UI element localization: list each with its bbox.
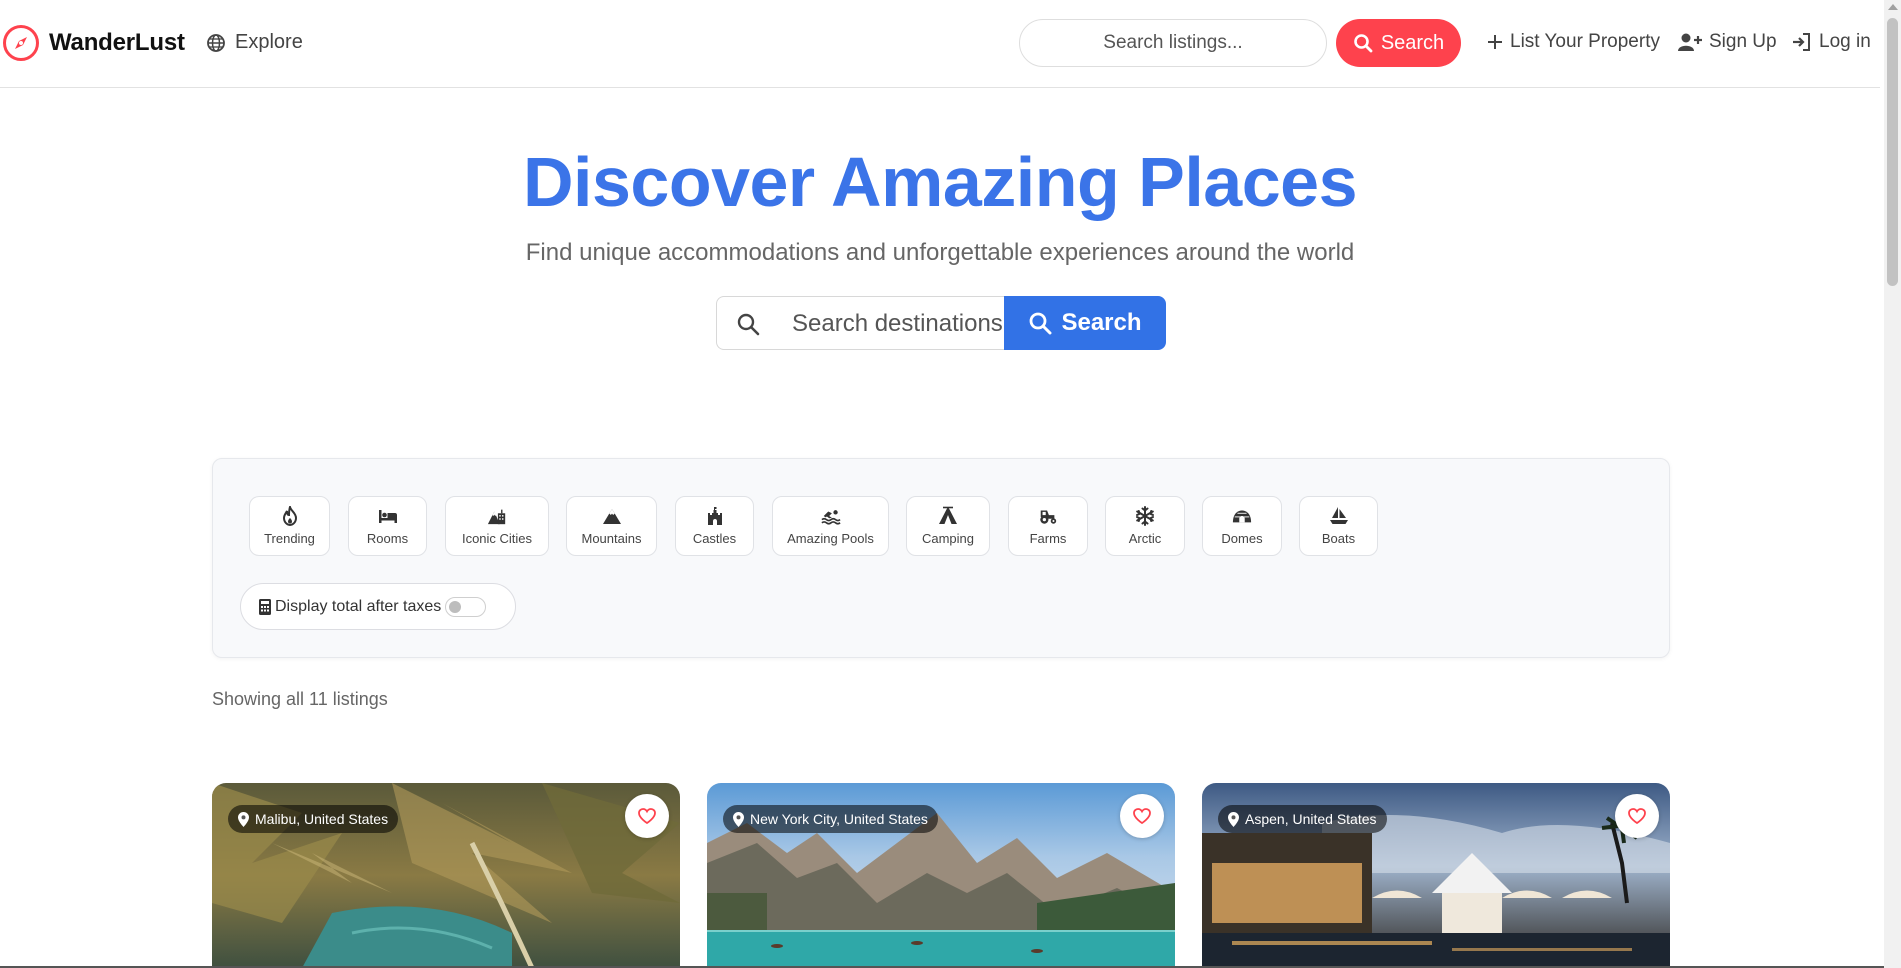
filter-label: Mountains <box>581 531 642 546</box>
filter-label: Rooms <box>366 531 409 546</box>
filter-camping[interactable]: Camping <box>906 496 990 556</box>
location-badge: Aspen, United States <box>1218 805 1387 833</box>
snowflake-icon <box>1136 506 1154 526</box>
wishlist-button[interactable] <box>625 794 669 838</box>
hero-search-input[interactable] <box>792 311 1004 337</box>
calculator-icon <box>259 598 271 615</box>
hero-search-label: Search <box>1061 309 1142 336</box>
filter-castles[interactable]: Castles <box>675 496 754 556</box>
filter-label: Boats <box>1321 531 1356 546</box>
compass-icon <box>3 25 39 61</box>
filter-boats[interactable]: Boats <box>1299 496 1378 556</box>
hero-search-bar: Search <box>716 296 1166 350</box>
fire-icon <box>282 506 297 526</box>
location-badge: Malibu, United States <box>228 805 399 833</box>
log-in-link[interactable]: Log in <box>1792 31 1871 53</box>
hero-subtitle: Find unique accommodations and unforgett… <box>525 239 1355 266</box>
location-label: Malibu, United States <box>255 811 389 827</box>
sign-up-link[interactable]: Sign Up <box>1678 31 1777 53</box>
igloo-icon <box>1232 510 1252 523</box>
filter-rooms[interactable]: Rooms <box>348 496 427 556</box>
nav-search-button[interactable]: Search <box>1336 19 1461 67</box>
tent-icon <box>939 506 957 524</box>
tax-toggle-switch[interactable] <box>445 596 487 617</box>
map-pin-icon <box>733 811 744 827</box>
map-pin-icon <box>1228 811 1239 827</box>
filter-label: Camping <box>921 531 975 546</box>
heart-icon <box>1628 808 1646 824</box>
filter-iconic-cities[interactable]: Iconic Cities <box>445 496 549 556</box>
filter-label: Domes <box>1221 531 1263 546</box>
filter-panel: Trending Rooms Iconic Cities Mountains C… <box>212 458 1670 658</box>
nav-search-input[interactable]: Search listings... <box>1019 19 1327 67</box>
scroll-up-arrow-icon[interactable] <box>1888 4 1898 10</box>
location-label: New York City, United States <box>750 811 928 827</box>
bed-icon <box>378 510 397 523</box>
tax-toggle[interactable]: Display total after taxes <box>240 583 516 630</box>
filter-label: Amazing Pools <box>787 531 874 546</box>
search-icon <box>1354 34 1373 53</box>
hero-search-button[interactable]: Search <box>1004 296 1166 350</box>
filter-label: Trending <box>264 531 315 546</box>
list-property-label: List Your Property <box>1510 31 1660 52</box>
map-pin-icon <box>238 811 249 827</box>
nav-search-placeholder: Search listings... <box>1103 32 1243 53</box>
filter-domes[interactable]: Domes <box>1202 496 1282 556</box>
filter-label: Iconic Cities <box>461 531 533 546</box>
filter-label: Castles <box>692 531 737 546</box>
explore-label: Explore <box>235 31 303 53</box>
sign-in-icon <box>1793 33 1810 51</box>
filter-label: Farms <box>1029 531 1067 546</box>
castle-icon <box>707 507 722 525</box>
plus-icon <box>1488 35 1502 49</box>
search-icon <box>1030 312 1052 335</box>
swimmer-icon <box>820 510 841 525</box>
brand-name: WanderLust <box>49 29 185 56</box>
heart-icon <box>638 808 656 824</box>
switch-knob <box>449 600 462 613</box>
filter-mountains[interactable]: Mountains <box>566 496 657 556</box>
user-plus-icon <box>1678 33 1702 51</box>
location-badge: New York City, United States <box>723 805 938 833</box>
listing-card[interactable]: New York City, United States <box>707 783 1175 968</box>
list-property-link[interactable]: List Your Property <box>1487 31 1660 53</box>
wishlist-button[interactable] <box>1120 794 1164 838</box>
globe-icon <box>207 33 225 52</box>
tax-toggle-label: Display total after taxes <box>275 597 442 615</box>
explore-link[interactable]: Explore <box>206 31 303 54</box>
filter-label: Arctic <box>1128 531 1162 546</box>
heart-icon <box>1133 808 1151 824</box>
page-scrollbar[interactable] <box>1884 0 1901 968</box>
mountain-icon <box>602 509 621 524</box>
scroll-thumb[interactable] <box>1887 18 1898 286</box>
sailboat-icon <box>1329 507 1348 524</box>
search-icon <box>737 313 760 336</box>
city-icon <box>487 509 506 525</box>
nav-search-label: Search <box>1380 31 1445 54</box>
wishlist-button[interactable] <box>1615 794 1659 838</box>
filter-farms[interactable]: Farms <box>1008 496 1088 556</box>
hero-title: Discover Amazing Places <box>522 143 1358 221</box>
sign-up-label: Sign Up <box>1709 31 1777 52</box>
listing-card[interactable]: Malibu, United States <box>212 783 680 968</box>
navbar: WanderLust Explore Search listings... Se… <box>0 0 1880 88</box>
filter-amazing-pools[interactable]: Amazing Pools <box>772 496 889 556</box>
location-label: Aspen, United States <box>1245 811 1377 827</box>
hero-search-field[interactable] <box>716 296 1006 350</box>
listing-count: Showing all 11 listings <box>212 689 388 709</box>
filter-arctic[interactable]: Arctic <box>1105 496 1185 556</box>
brand-logo[interactable]: WanderLust <box>2 24 185 62</box>
filter-trending[interactable]: Trending <box>249 496 330 556</box>
tractor-icon <box>1040 510 1057 524</box>
listing-card[interactable]: Aspen, United States <box>1202 783 1670 968</box>
log-in-label: Log in <box>1819 31 1871 52</box>
